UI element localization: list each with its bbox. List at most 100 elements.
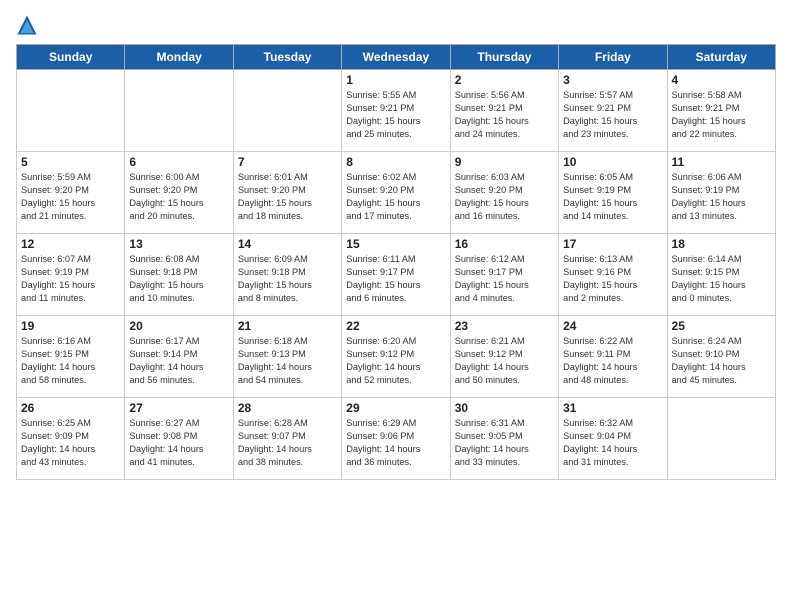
day-info: Sunrise: 6:27 AM Sunset: 9:08 PM Dayligh… bbox=[129, 417, 228, 469]
day-info: Sunrise: 6:05 AM Sunset: 9:19 PM Dayligh… bbox=[563, 171, 662, 223]
calendar-table: SundayMondayTuesdayWednesdayThursdayFrid… bbox=[16, 44, 776, 480]
day-cell: 25Sunrise: 6:24 AM Sunset: 9:10 PM Dayli… bbox=[667, 316, 775, 398]
day-cell: 8Sunrise: 6:02 AM Sunset: 9:20 PM Daylig… bbox=[342, 152, 450, 234]
day-info: Sunrise: 6:22 AM Sunset: 9:11 PM Dayligh… bbox=[563, 335, 662, 387]
day-number: 10 bbox=[563, 155, 662, 169]
day-cell: 24 Sunrise: 6:22 AM Sunset: 9:11 PM Dayli… bbox=[559, 316, 667, 398]
day-info: Sunrise: 5:57 AM Sunset: 9:21 PM Dayligh… bbox=[563, 89, 662, 141]
day-number: 16 bbox=[455, 237, 554, 251]
day-info: Sunrise: 6:12 AM Sunset: 9:17 PM Dayligh… bbox=[455, 253, 554, 305]
day-cell: 26Sunrise: 6:25 AM Sunset: 9:09 PM Dayli… bbox=[17, 398, 125, 480]
day-number: 7 bbox=[238, 155, 337, 169]
day-cell: 20 Sunrise: 6:17 AM Sunset: 9:14 PM Dayli… bbox=[125, 316, 233, 398]
day-info: Sunrise: 6:14 AM Sunset: 9:15 PM Dayligh… bbox=[672, 253, 771, 305]
day-cell bbox=[667, 398, 775, 480]
day-cell: 29Sunrise: 6:29 AM Sunset: 9:06 PM Dayli… bbox=[342, 398, 450, 480]
calendar-body: 1 Sunrise: 5:55 AM Sunset: 9:21 PM Daylig… bbox=[17, 70, 776, 480]
day-number: 24 bbox=[563, 319, 662, 333]
day-cell: 21Sunrise: 6:18 AM Sunset: 9:13 PM Dayli… bbox=[233, 316, 341, 398]
week-row-2: 12Sunrise: 6:07 AM Sunset: 9:19 PM Dayli… bbox=[17, 234, 776, 316]
day-number: 5 bbox=[21, 155, 120, 169]
day-info: Sunrise: 6:01 AM Sunset: 9:20 PM Dayligh… bbox=[238, 171, 337, 223]
day-info: Sunrise: 6:03 AM Sunset: 9:20 PM Dayligh… bbox=[455, 171, 554, 223]
day-cell: 1 Sunrise: 5:55 AM Sunset: 9:21 PM Daylig… bbox=[342, 70, 450, 152]
day-info: Sunrise: 6:20 AM Sunset: 9:12 PM Dayligh… bbox=[346, 335, 445, 387]
day-cell: 16 Sunrise: 6:12 AM Sunset: 9:17 PM Dayli… bbox=[450, 234, 558, 316]
logo bbox=[16, 12, 40, 36]
day-number: 14 bbox=[238, 237, 337, 251]
day-info: Sunrise: 6:13 AM Sunset: 9:16 PM Dayligh… bbox=[563, 253, 662, 305]
col-header-tuesday: Tuesday bbox=[233, 45, 341, 70]
day-info: Sunrise: 6:07 AM Sunset: 9:19 PM Dayligh… bbox=[21, 253, 120, 305]
calendar-header: SundayMondayTuesdayWednesdayThursdayFrid… bbox=[17, 45, 776, 70]
day-number: 2 bbox=[455, 73, 554, 87]
header-row: SundayMondayTuesdayWednesdayThursdayFrid… bbox=[17, 45, 776, 70]
day-info: Sunrise: 6:09 AM Sunset: 9:18 PM Dayligh… bbox=[238, 253, 337, 305]
day-number: 15 bbox=[346, 237, 445, 251]
week-row-3: 19Sunrise: 6:16 AM Sunset: 9:15 PM Dayli… bbox=[17, 316, 776, 398]
day-cell bbox=[125, 70, 233, 152]
day-info: Sunrise: 6:31 AM Sunset: 9:05 PM Dayligh… bbox=[455, 417, 554, 469]
day-cell: 9 Sunrise: 6:03 AM Sunset: 9:20 PM Daylig… bbox=[450, 152, 558, 234]
day-cell: 15 Sunrise: 6:11 AM Sunset: 9:17 PM Dayli… bbox=[342, 234, 450, 316]
day-number: 11 bbox=[672, 155, 771, 169]
day-cell: 6 Sunrise: 6:00 AM Sunset: 9:20 PM Daylig… bbox=[125, 152, 233, 234]
day-number: 27 bbox=[129, 401, 228, 415]
day-cell: 4 Sunrise: 5:58 AM Sunset: 9:21 PM Daylig… bbox=[667, 70, 775, 152]
day-info: Sunrise: 6:25 AM Sunset: 9:09 PM Dayligh… bbox=[21, 417, 120, 469]
day-number: 31 bbox=[563, 401, 662, 415]
col-header-monday: Monday bbox=[125, 45, 233, 70]
day-number: 4 bbox=[672, 73, 771, 87]
day-info: Sunrise: 6:24 AM Sunset: 9:10 PM Dayligh… bbox=[672, 335, 771, 387]
day-number: 30 bbox=[455, 401, 554, 415]
day-cell: 5Sunrise: 5:59 AM Sunset: 9:20 PM Daylig… bbox=[17, 152, 125, 234]
day-cell: 17 Sunrise: 6:13 AM Sunset: 9:16 PM Dayli… bbox=[559, 234, 667, 316]
day-number: 20 bbox=[129, 319, 228, 333]
day-number: 6 bbox=[129, 155, 228, 169]
day-cell: 23 Sunrise: 6:21 AM Sunset: 9:12 PM Dayli… bbox=[450, 316, 558, 398]
day-cell: 22 Sunrise: 6:20 AM Sunset: 9:12 PM Dayli… bbox=[342, 316, 450, 398]
day-cell: 30 Sunrise: 6:31 AM Sunset: 9:05 PM Dayli… bbox=[450, 398, 558, 480]
day-number: 17 bbox=[563, 237, 662, 251]
day-info: Sunrise: 6:02 AM Sunset: 9:20 PM Dayligh… bbox=[346, 171, 445, 223]
col-header-friday: Friday bbox=[559, 45, 667, 70]
day-number: 21 bbox=[238, 319, 337, 333]
day-info: Sunrise: 6:32 AM Sunset: 9:04 PM Dayligh… bbox=[563, 417, 662, 469]
day-number: 29 bbox=[346, 401, 445, 415]
day-cell bbox=[17, 70, 125, 152]
day-cell: 28Sunrise: 6:28 AM Sunset: 9:07 PM Dayli… bbox=[233, 398, 341, 480]
day-info: Sunrise: 6:11 AM Sunset: 9:17 PM Dayligh… bbox=[346, 253, 445, 305]
day-info: Sunrise: 5:56 AM Sunset: 9:21 PM Dayligh… bbox=[455, 89, 554, 141]
day-cell: 31 Sunrise: 6:32 AM Sunset: 9:04 PM Dayli… bbox=[559, 398, 667, 480]
day-info: Sunrise: 6:21 AM Sunset: 9:12 PM Dayligh… bbox=[455, 335, 554, 387]
day-info: Sunrise: 6:16 AM Sunset: 9:15 PM Dayligh… bbox=[21, 335, 120, 387]
day-cell: 12Sunrise: 6:07 AM Sunset: 9:19 PM Dayli… bbox=[17, 234, 125, 316]
day-number: 23 bbox=[455, 319, 554, 333]
day-info: Sunrise: 6:17 AM Sunset: 9:14 PM Dayligh… bbox=[129, 335, 228, 387]
page: SundayMondayTuesdayWednesdayThursdayFrid… bbox=[0, 0, 792, 612]
week-row-0: 1 Sunrise: 5:55 AM Sunset: 9:21 PM Daylig… bbox=[17, 70, 776, 152]
day-number: 9 bbox=[455, 155, 554, 169]
col-header-saturday: Saturday bbox=[667, 45, 775, 70]
day-cell: 13 Sunrise: 6:08 AM Sunset: 9:18 PM Dayli… bbox=[125, 234, 233, 316]
day-number: 18 bbox=[672, 237, 771, 251]
day-number: 22 bbox=[346, 319, 445, 333]
day-number: 13 bbox=[129, 237, 228, 251]
day-cell: 2 Sunrise: 5:56 AM Sunset: 9:21 PM Daylig… bbox=[450, 70, 558, 152]
day-number: 3 bbox=[563, 73, 662, 87]
day-cell: 10 Sunrise: 6:05 AM Sunset: 9:19 PM Dayli… bbox=[559, 152, 667, 234]
logo-icon bbox=[16, 14, 38, 36]
day-number: 28 bbox=[238, 401, 337, 415]
day-info: Sunrise: 6:00 AM Sunset: 9:20 PM Dayligh… bbox=[129, 171, 228, 223]
col-header-wednesday: Wednesday bbox=[342, 45, 450, 70]
day-info: Sunrise: 6:08 AM Sunset: 9:18 PM Dayligh… bbox=[129, 253, 228, 305]
day-cell: 3 Sunrise: 5:57 AM Sunset: 9:21 PM Daylig… bbox=[559, 70, 667, 152]
day-cell: 11 Sunrise: 6:06 AM Sunset: 9:19 PM Dayli… bbox=[667, 152, 775, 234]
day-info: Sunrise: 5:55 AM Sunset: 9:21 PM Dayligh… bbox=[346, 89, 445, 141]
day-cell: 19Sunrise: 6:16 AM Sunset: 9:15 PM Dayli… bbox=[17, 316, 125, 398]
col-header-thursday: Thursday bbox=[450, 45, 558, 70]
day-cell: 14 Sunrise: 6:09 AM Sunset: 9:18 PM Dayli… bbox=[233, 234, 341, 316]
day-number: 1 bbox=[346, 73, 445, 87]
day-info: Sunrise: 5:58 AM Sunset: 9:21 PM Dayligh… bbox=[672, 89, 771, 141]
day-info: Sunrise: 6:06 AM Sunset: 9:19 PM Dayligh… bbox=[672, 171, 771, 223]
